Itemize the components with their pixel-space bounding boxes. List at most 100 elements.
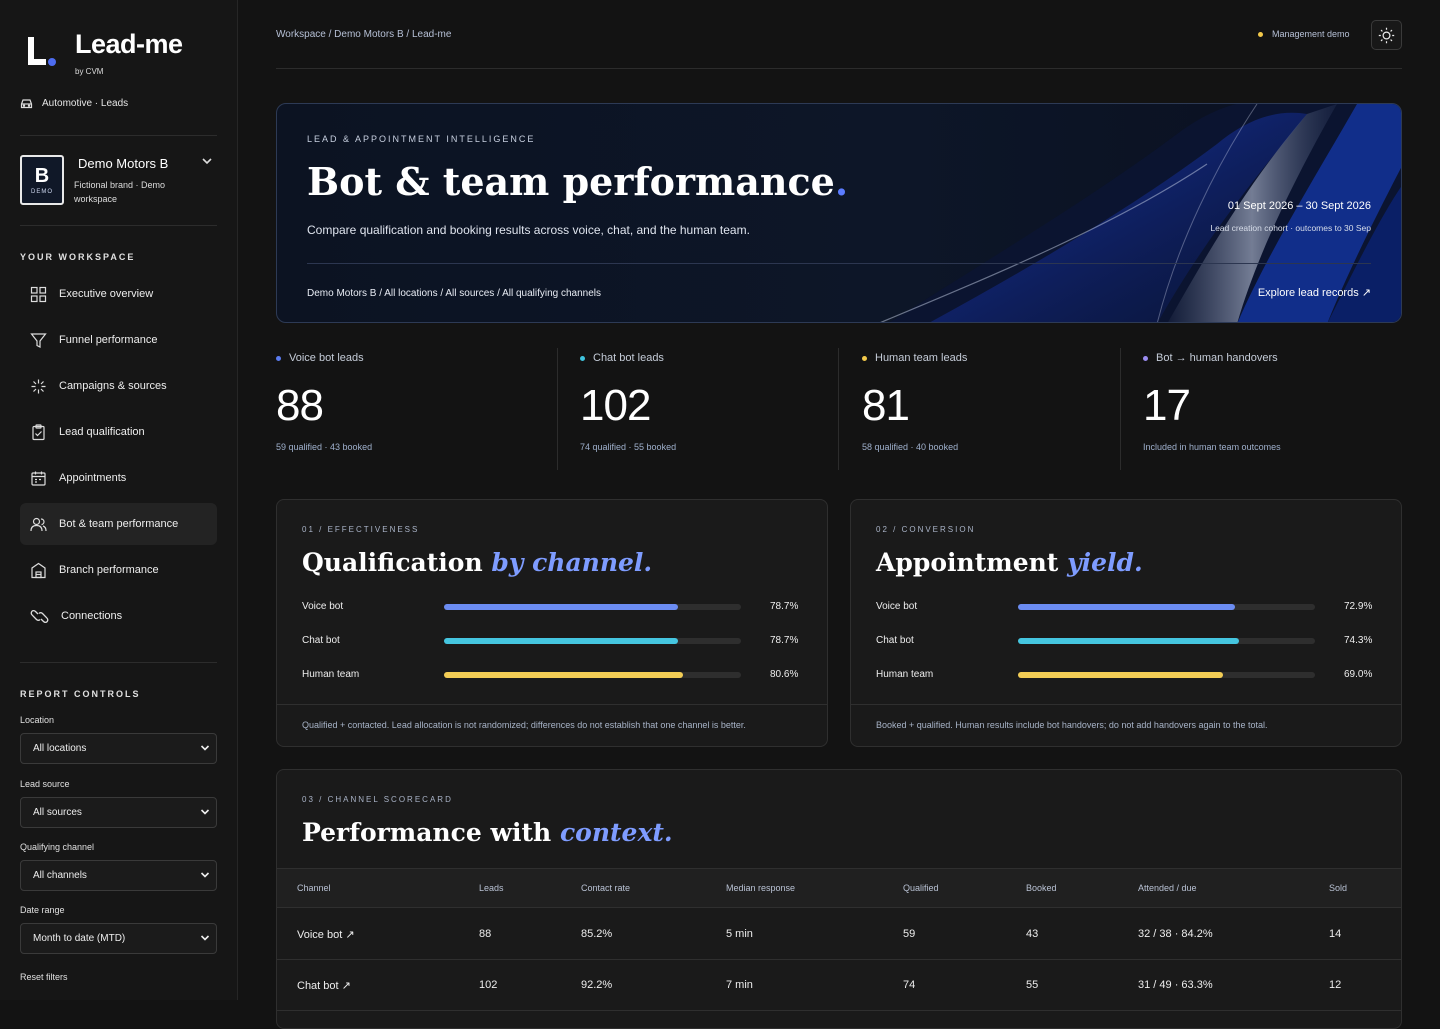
calendar-icon (31, 471, 46, 486)
cell-channel-link[interactable]: Voice bot ↗ (297, 928, 355, 941)
sidebar-item-funnel-performance[interactable]: Funnel performance (20, 319, 217, 361)
qualifying-channel-label: Qualifying channel (20, 842, 95, 852)
qualifying-channel-select[interactable]: All channels (20, 860, 217, 891)
sidebar-item-branch-performance[interactable]: Branch performance (20, 549, 217, 591)
car-icon (20, 99, 33, 109)
series-dot (1143, 355, 1148, 361)
column-header-channel[interactable]: Channel (297, 883, 331, 893)
cell-booked: 55 (1026, 979, 1039, 991)
funnel-icon (30, 332, 47, 348)
column-header-sold[interactable]: Sold (1329, 883, 1347, 893)
bar-label: Chat bot (876, 635, 914, 646)
cell-attended-due: 32 / 38 · 84.2% (1138, 928, 1213, 940)
workspace-switcher[interactable]: B DEMO Demo Motors B Fictional brand · D… (20, 155, 217, 207)
sidebar-item-bot-team-performance[interactable]: Bot & team performance (20, 503, 217, 545)
sidebar-item-connections[interactable]: Connections (20, 595, 217, 637)
bar-row: Voice bot 78.7% (302, 600, 802, 614)
panel-footnote: Booked + qualified. Human results includ… (876, 720, 1268, 730)
lead-source-select-value: All sources (33, 807, 82, 818)
cell-sold: 14 (1329, 928, 1342, 940)
bar-fill (444, 604, 678, 610)
cell-contact-rate: 85.2% (581, 928, 613, 940)
brand-name: Lead-me (75, 29, 183, 59)
column-header-booked[interactable]: Booked (1026, 883, 1057, 893)
sidebar-item-label: Bot & team performance (59, 518, 179, 530)
date-range-select-value: Month to date (MTD) (33, 933, 126, 944)
bar-track (444, 638, 741, 644)
breadcrumb[interactable]: Workspace / Demo Motors B / Lead-me (276, 29, 451, 40)
panel-title: Performance with context. (302, 818, 673, 847)
panel-title-emphasis: by channel. (491, 548, 653, 577)
kpi-bot-human-handovers: Bot → human handovers 17 Included in hum… (1143, 348, 1398, 470)
bar-track (1018, 604, 1315, 610)
column-header-qualified[interactable]: Qualified (903, 883, 939, 893)
panel-eyebrow: 03 / CHANNEL SCORECARD (302, 795, 453, 804)
location-select-value: All locations (33, 743, 87, 754)
chevron-down-icon (200, 872, 210, 878)
location-select[interactable]: All locations (20, 733, 217, 764)
brand-logo[interactable]: Lead-me by CVM (24, 28, 183, 76)
bar-label: Chat bot (302, 635, 340, 646)
sidebar-item-label: Connections (61, 610, 123, 622)
kpi-value: 88 (276, 381, 324, 430)
column-header-contact-rate[interactable]: Contact rate (581, 883, 630, 893)
kpi-strip: Voice bot leads 88 59 qualified · 43 boo… (276, 348, 1402, 470)
kpi-divider (557, 348, 558, 470)
cell-channel-link[interactable]: Chat bot ↗ (297, 979, 351, 992)
kpi-subtext: 58 qualified · 40 booked (862, 442, 959, 452)
column-header-leads[interactable]: Leads (479, 883, 504, 893)
theme-toggle-button[interactable] (1371, 20, 1402, 50)
cell-median-response: 5 min (726, 928, 753, 940)
bar-fill (444, 638, 678, 644)
bar-value: 69.0% (1344, 669, 1373, 680)
sidebar-item-campaigns-sources[interactable]: Campaigns & sources (20, 365, 217, 407)
panel-divider (851, 704, 1401, 705)
bar-fill (1018, 638, 1239, 644)
sidebar-item-lead-qualification[interactable]: Lead qualification (20, 411, 217, 453)
kpi-chat-bot-leads: Chat bot leads 102 74 qualified · 55 boo… (580, 348, 830, 470)
bar-fill (1018, 604, 1235, 610)
panel-title: Qualification by channel. (302, 548, 652, 577)
bar-label: Human team (876, 669, 934, 680)
series-dot (862, 355, 867, 361)
sidebar-item-label: Funnel performance (59, 334, 158, 346)
sidebar-item-appointments[interactable]: Appointments (20, 457, 217, 499)
panel-divider (277, 704, 827, 705)
date-range-select[interactable]: Month to date (MTD) (20, 923, 217, 954)
sidebar-item-label: Lead qualification (59, 426, 145, 438)
workspace-description: Fictional brand · Demo workspace (74, 180, 166, 204)
kpi-label-text: Chat bot leads (593, 352, 664, 364)
bar-track (1018, 638, 1315, 644)
table-row[interactable]: Voice bot ↗ 88 85.2% 5 min 59 43 32 / 38… (277, 909, 1401, 960)
kpi-label-text: Voice bot leads (289, 352, 364, 364)
workspace-avatar: B DEMO (20, 155, 64, 205)
reset-filters-link[interactable]: Reset filters (20, 972, 68, 982)
bar-value: 78.7% (770, 635, 799, 646)
cell-leads: 102 (479, 979, 498, 991)
cell-sold: 12 (1329, 979, 1342, 991)
cell-qualified: 59 (903, 928, 916, 940)
lead-source-select[interactable]: All sources (20, 797, 217, 828)
series-dot (580, 355, 585, 361)
chevron-down-icon[interactable] (202, 157, 212, 165)
workspace-avatar-tag: DEMO (31, 189, 53, 195)
table-row[interactable]: Chat bot ↗ 102 92.2% 7 min 74 55 31 / 49… (277, 960, 1401, 1011)
sidebar-item-label: Branch performance (59, 564, 159, 576)
column-header-median-response[interactable]: Median response (726, 883, 795, 893)
hero-eyebrow: LEAD & APPOINTMENT INTELLIGENCE (307, 134, 536, 144)
bar-value: 74.3% (1344, 635, 1373, 646)
panel-footnote: Qualified + contacted. Lead allocation i… (302, 720, 746, 730)
cell-median-response: 7 min (726, 979, 753, 991)
kpi-value: 17 (1143, 381, 1191, 430)
column-header-attended-due[interactable]: Attended / due (1138, 883, 1197, 893)
scorecard-panel: 03 / CHANNEL SCORECARD Performance with … (276, 769, 1402, 1029)
bar-fill (1018, 672, 1223, 678)
hero-banner: LEAD & APPOINTMENT INTELLIGENCE Bot & te… (276, 103, 1402, 323)
cell-booked: 43 (1026, 928, 1039, 940)
workspace-avatar-letter: B (34, 165, 50, 187)
sidebar-item-executive-overview[interactable]: Executive overview (20, 273, 217, 315)
sun-icon (1378, 27, 1395, 43)
explore-lead-records-link[interactable]: Explore lead records ↗ (1258, 286, 1371, 299)
kpi-divider (1120, 348, 1121, 470)
bar-label: Human team (302, 669, 360, 680)
